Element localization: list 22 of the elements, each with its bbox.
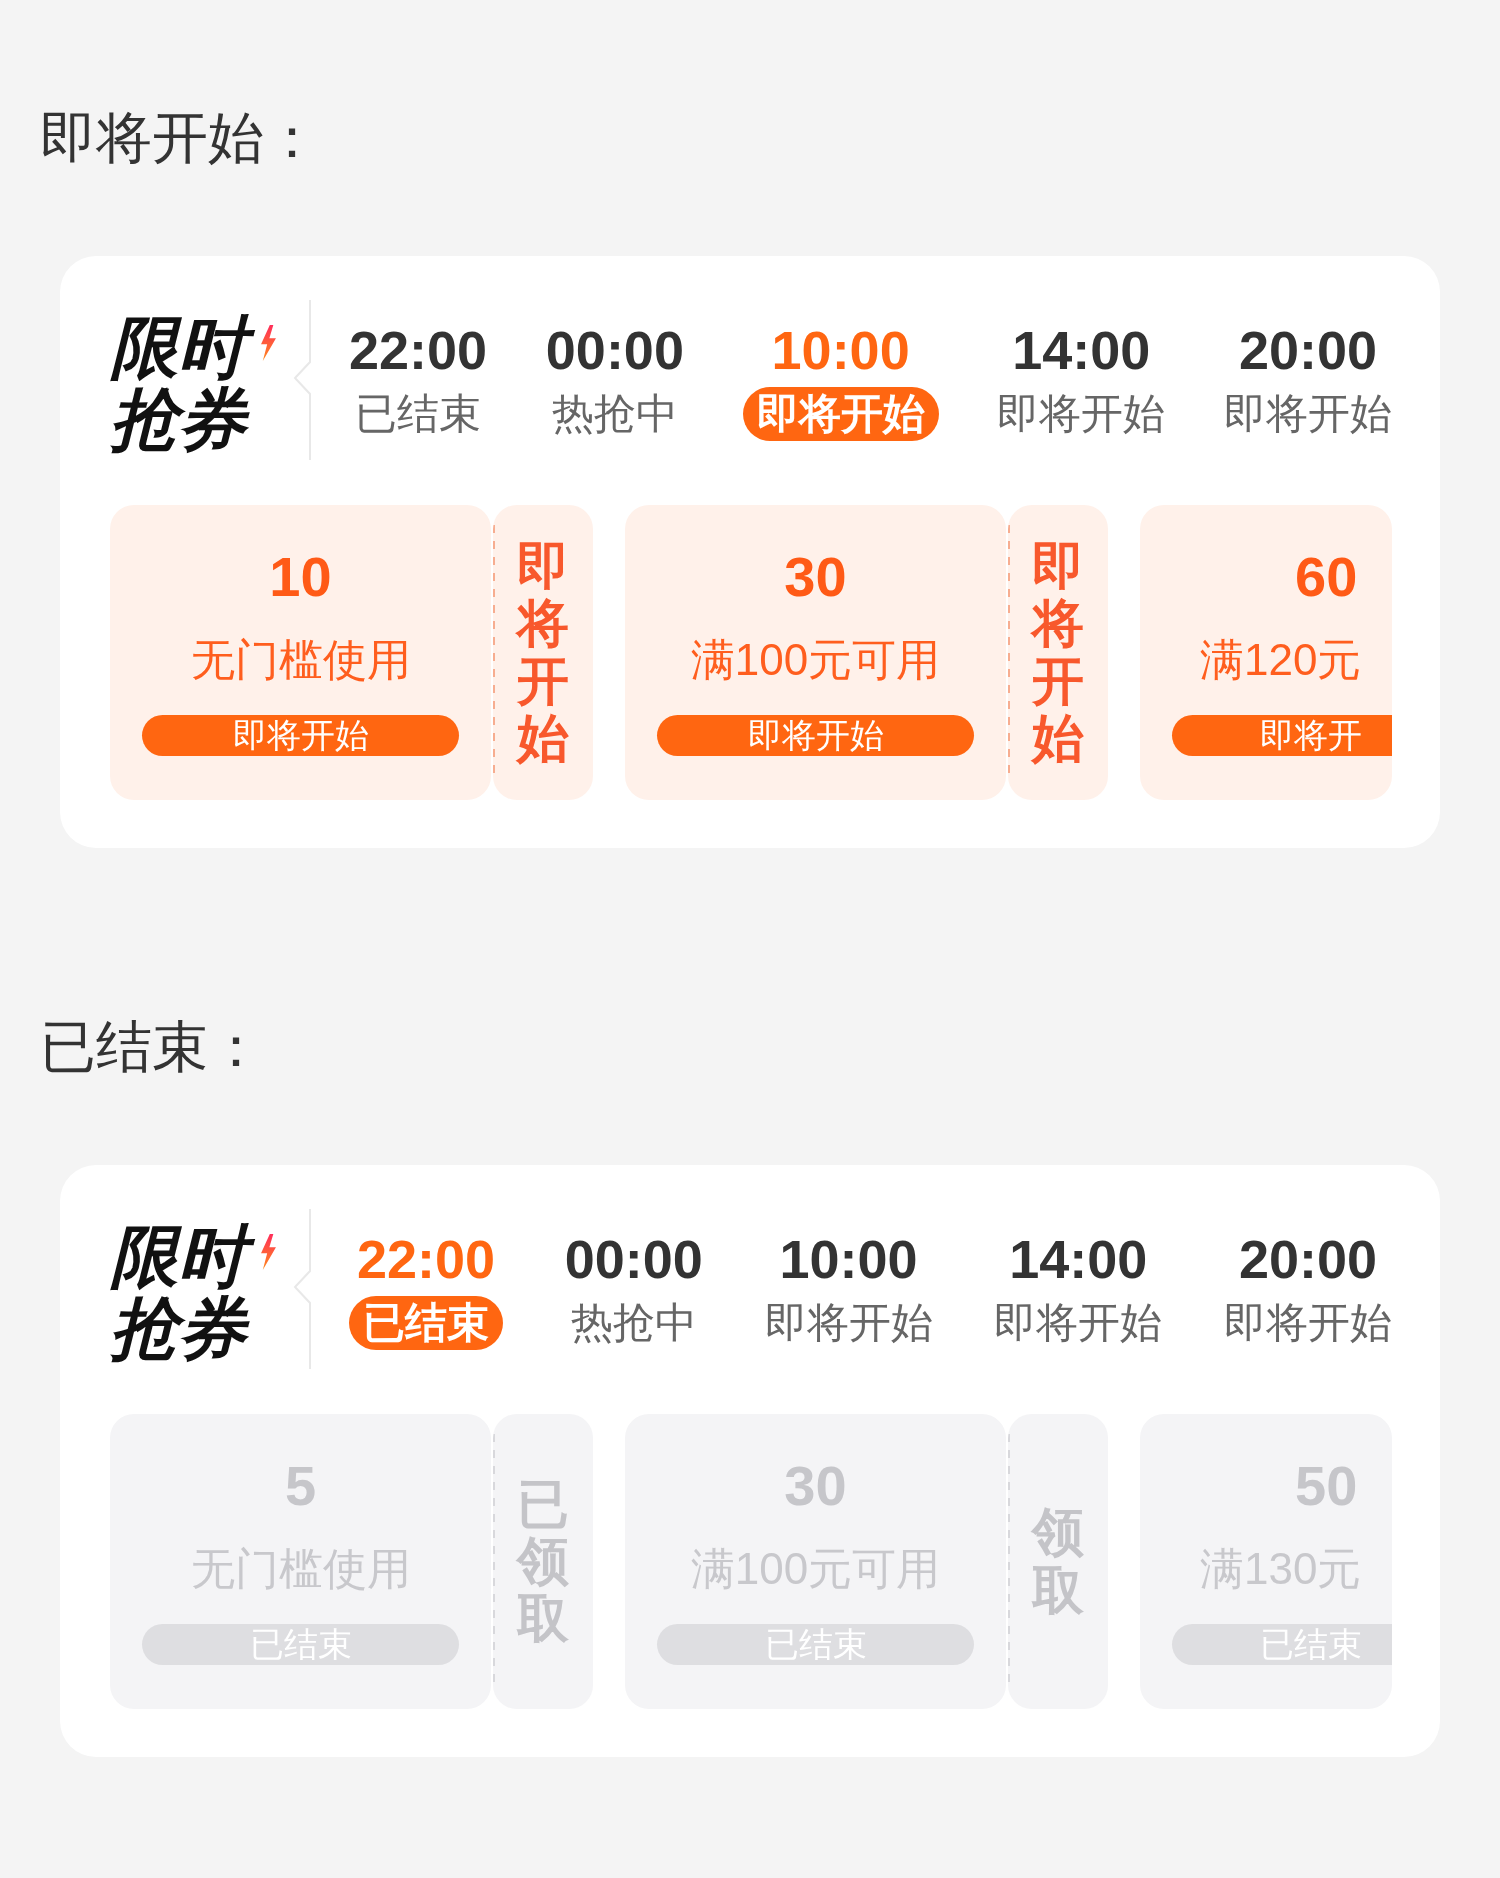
session-tab[interactable]: 00:00 热抢中	[545, 319, 684, 441]
session-tab[interactable]: 14:00 即将开始	[997, 319, 1166, 441]
session-tab[interactable]: 10:00 即将开始	[764, 1228, 933, 1350]
coupon-condition: 无门槛使用	[190, 634, 411, 686]
session-tab[interactable]: 22:00 已结束	[349, 319, 488, 441]
logo-title: 限时抢券	[110, 311, 260, 455]
session-tab[interactable]: 20:00 即将开始	[1224, 1228, 1392, 1350]
session-tab[interactable]: 20:00 即将开始	[1224, 319, 1392, 441]
lightning-icon	[261, 1234, 277, 1270]
lightning-icon	[261, 325, 277, 361]
session-tab[interactable]: 00:00 热抢中	[564, 1228, 703, 1350]
section-heading: 已结束：	[40, 1014, 265, 1080]
coupon-amount: 60	[1295, 545, 1358, 609]
section-heading: 即将开始：	[40, 105, 321, 171]
coupon-condition: 满100元可用	[690, 634, 941, 686]
coupon-stub: 即将开始	[1008, 505, 1108, 800]
logo-title: 限时抢券	[110, 1220, 260, 1364]
coupon-amount: 10	[269, 545, 332, 609]
coupon-stub: 即将开始	[493, 505, 593, 800]
coupon-amount: 30	[784, 545, 847, 609]
session-tab[interactable]: 14:00 即将开始	[994, 1228, 1163, 1350]
coupon-condition: 满120元	[1200, 634, 1362, 686]
